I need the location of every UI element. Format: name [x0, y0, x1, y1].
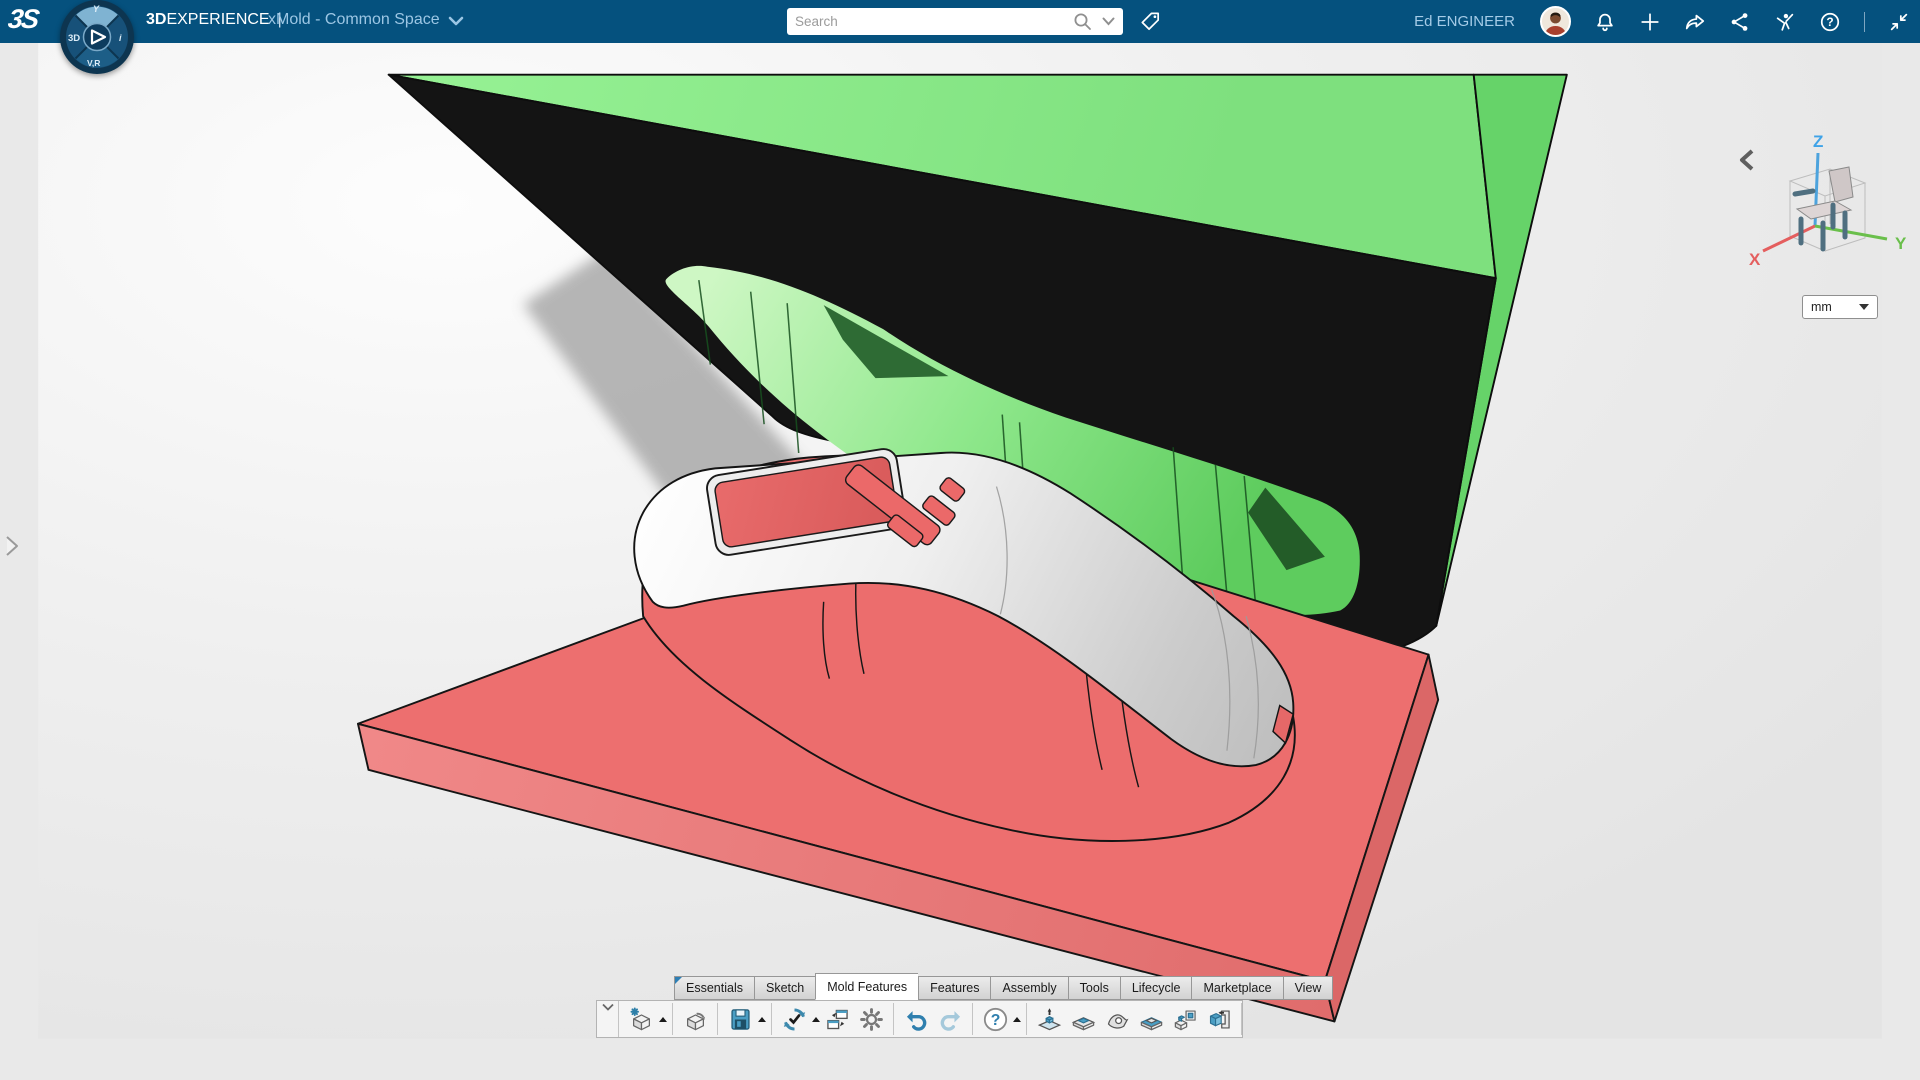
- swym-community-icon[interactable]: [1774, 11, 1796, 33]
- chevron-down-icon: [1859, 304, 1869, 310]
- view-triad-chair: [1792, 166, 1854, 252]
- tab-marketplace[interactable]: Marketplace: [1191, 976, 1283, 1000]
- svg-text:?: ?: [1826, 15, 1833, 29]
- tab-tools[interactable]: Tools: [1067, 976, 1120, 1000]
- tab-mold-features[interactable]: Mold Features: [815, 973, 919, 1000]
- tab-assembly[interactable]: Assembly: [990, 976, 1068, 1000]
- notifications-bell-icon[interactable]: [1594, 11, 1616, 33]
- tab-features[interactable]: Features: [918, 976, 991, 1000]
- dropdown-caret-icon[interactable]: [811, 1002, 820, 1036]
- mold-insert-button[interactable]: [1202, 1002, 1236, 1036]
- dropdown-caret-icon[interactable]: [658, 1002, 667, 1036]
- ribbon-tabstrip: Essentials Sketch Mold Features Features Ass…: [674, 973, 1334, 1000]
- toolbar-collapse-icon[interactable]: [597, 1001, 619, 1037]
- toolbar-group: [718, 1001, 771, 1037]
- dropdown-caret-icon[interactable]: [757, 1002, 766, 1036]
- axis-z-label: Z: [1813, 132, 1823, 151]
- swap-window-button[interactable]: [820, 1002, 854, 1036]
- help-circle-icon[interactable]: ?: [1819, 11, 1841, 33]
- units-dropdown[interactable]: mm: [1802, 295, 1878, 319]
- mold-open-button[interactable]: [1032, 1002, 1066, 1036]
- expand-left-panel-icon[interactable]: [2, 533, 22, 564]
- axis-y-label: Y: [1895, 234, 1907, 253]
- user-avatar[interactable]: [1540, 6, 1571, 37]
- user-name[interactable]: Ed ENGINEER: [1414, 13, 1515, 30]
- brand-rest: EXPERIENCE: [166, 11, 270, 28]
- help-button[interactable]: ?: [978, 1002, 1012, 1036]
- toolbar-group: [619, 1001, 672, 1037]
- share-arrow-icon[interactable]: [1684, 11, 1706, 33]
- toolbar-group: [772, 1001, 893, 1037]
- app-context-switcher[interactable]: xMold - Common Space: [268, 11, 464, 29]
- toolbar-group: [1027, 1001, 1241, 1037]
- topbar-divider: [1864, 11, 1865, 32]
- tab-sketch[interactable]: Sketch: [753, 976, 816, 1000]
- app-title-text: xMold - Common Space: [268, 11, 440, 28]
- mold-assembly-scene[interactable]: [0, 43, 1920, 1080]
- compass-3d-label: 3D: [68, 33, 80, 44]
- 3dexperience-compass-icon[interactable]: 3D V,R Y i: [58, 0, 136, 76]
- save-button[interactable]: [723, 1002, 757, 1036]
- redo-button[interactable]: [933, 1002, 967, 1036]
- search-input[interactable]: [787, 14, 1073, 29]
- settings-gear-button[interactable]: [854, 1002, 888, 1036]
- compass-swym-label: Y: [93, 4, 100, 14]
- compass-vr-label: V,R: [87, 58, 100, 68]
- dassault-systemes-logo: 3S: [6, 4, 40, 34]
- search-icon[interactable]: [1073, 12, 1092, 31]
- toolbar-group: ?: [973, 1001, 1026, 1037]
- toolbar-group: [673, 1001, 717, 1037]
- tab-view[interactable]: View: [1282, 976, 1334, 1000]
- chevron-down-icon: [448, 16, 463, 26]
- tab-essentials[interactable]: Essentials: [674, 976, 754, 1000]
- 3d-viewport[interactable]: Z X Y mm: [0, 43, 1920, 1080]
- brand-bold: 3D: [146, 11, 167, 28]
- units-value: mm: [1811, 300, 1832, 314]
- search-options-chevron-icon[interactable]: [1102, 17, 1115, 26]
- new-part-button[interactable]: [624, 1002, 658, 1036]
- brand-title: 3DEXPERIENCE |: [146, 11, 282, 29]
- ribbon-toolbar: ?: [596, 1000, 1243, 1038]
- tag-icon[interactable]: [1136, 8, 1164, 35]
- mold-components-button[interactable]: [1168, 1002, 1202, 1036]
- dropdown-caret-icon[interactable]: [1012, 1002, 1021, 1036]
- top-app-bar: 3S 3D V,R Y i 3DEXPERIENCE | xMold - Comm…: [0, 0, 1920, 74]
- mold-cavity-button[interactable]: [1134, 1002, 1168, 1036]
- view-orientation-triad[interactable]: Z X Y: [1745, 131, 1915, 281]
- undo-button[interactable]: [899, 1002, 933, 1036]
- add-plus-icon[interactable]: [1639, 11, 1661, 33]
- update-button[interactable]: [777, 1002, 811, 1036]
- svg-text:?: ?: [990, 1012, 1000, 1029]
- tab-lifecycle[interactable]: Lifecycle: [1119, 976, 1192, 1000]
- global-search: [787, 8, 1123, 35]
- mold-patch-button[interactable]: [1100, 1002, 1134, 1036]
- open-part-button[interactable]: [678, 1002, 712, 1036]
- mold-core-button[interactable]: [1066, 1002, 1100, 1036]
- toolbar-group: [894, 1001, 972, 1037]
- share-nodes-icon[interactable]: [1729, 11, 1751, 33]
- axis-x-label: X: [1749, 250, 1761, 269]
- minimize-window-icon[interactable]: [1888, 11, 1910, 33]
